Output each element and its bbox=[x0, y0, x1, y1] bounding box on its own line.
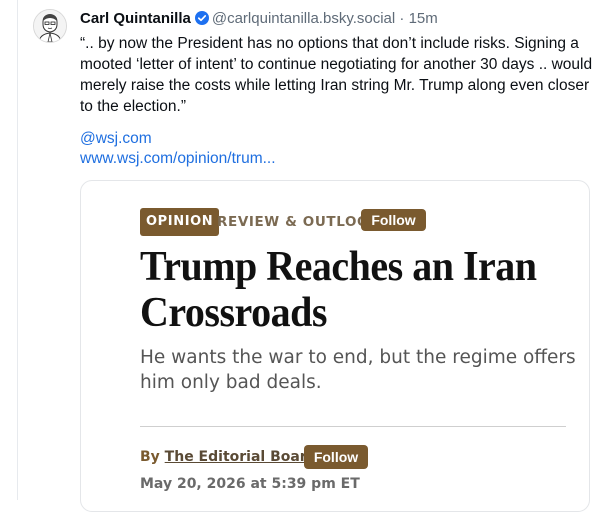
post-header: Carl Quintanilla @carlquintanilla.bsky.so… bbox=[80, 8, 438, 30]
post-timestamp[interactable]: 15m bbox=[409, 10, 438, 27]
article-dateline: May 20, 2026 at 5:39 pm ET bbox=[140, 476, 360, 492]
divider bbox=[140, 426, 566, 427]
author-name[interactable]: Carl Quintanilla bbox=[80, 10, 191, 27]
byline-prefix: By bbox=[140, 449, 160, 465]
avatar-portrait bbox=[34, 10, 66, 42]
follow-section-button[interactable]: Follow bbox=[361, 209, 426, 231]
follow-author-button[interactable]: Follow bbox=[304, 445, 368, 469]
article-subhead: He wants the war to end, but the regime … bbox=[140, 347, 576, 393]
separator-dot: · bbox=[399, 10, 405, 27]
post-text: “.. by now the President has no options … bbox=[80, 35, 593, 115]
mention-link[interactable]: @wsj.com bbox=[80, 129, 152, 149]
author-handle[interactable]: @carlquintanilla.bsky.social bbox=[212, 10, 395, 27]
section-kicker: REVIEW & OUTLOOK bbox=[217, 214, 381, 230]
article-headline[interactable]: Trump Reaches an Iran Crossroads bbox=[140, 242, 580, 335]
byline-author-link[interactable]: The Editorial Board bbox=[165, 449, 317, 465]
section-badge: OPINION bbox=[140, 208, 220, 236]
article-url-link[interactable]: www.wsj.com/opinion/trum... bbox=[80, 149, 276, 169]
avatar[interactable] bbox=[33, 9, 67, 43]
byline: By The Editorial Board bbox=[140, 445, 317, 469]
verified-badge-icon bbox=[194, 10, 209, 32]
